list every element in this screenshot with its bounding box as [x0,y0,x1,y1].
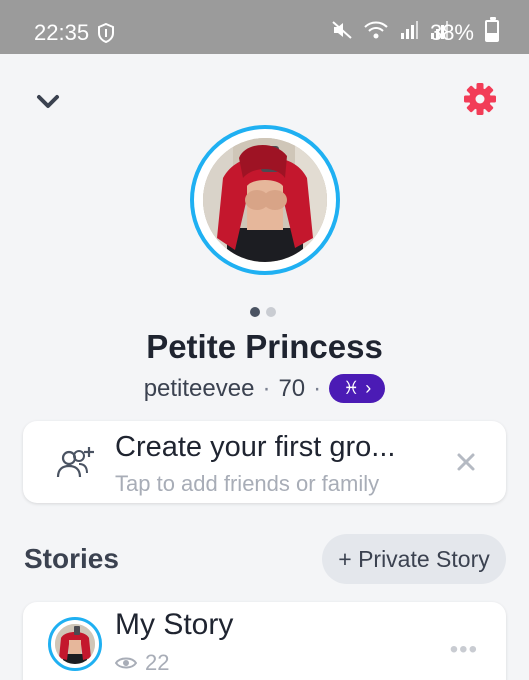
create-group-subtitle: Tap to add friends or family [115,471,380,496]
create-group-card[interactable]: Create your first gro... Tap to add frie… [23,421,506,503]
avatar-photo [203,138,327,262]
status-bar: 22:35 38% [0,0,529,54]
story-title: My Story [115,608,234,641]
separator: · [262,374,271,402]
status-time: 22:35 [34,20,90,45]
snap-score[interactable]: 70 [278,375,305,403]
signal-icon [401,21,418,39]
display-name: Petite Princess [146,328,383,365]
story-avatar[interactable] [48,617,102,671]
stories-section-title: Stories [24,543,119,574]
add-group-icon [56,447,94,478]
profile-page-dots[interactable] [250,307,276,317]
separator: · [313,374,322,402]
battery-icon [485,17,499,42]
wifi-icon [364,21,388,39]
battery-level [487,33,497,40]
battery-percent: 38% [429,20,474,45]
story-view-count: 22 [145,650,170,675]
username[interactable]: petiteevee [144,375,255,403]
eye-icon [115,657,137,669]
close-icon[interactable] [456,452,476,472]
page-dot[interactable] [250,307,260,317]
private-story-label: + Private Story [338,545,490,572]
chevron-down-icon[interactable] [36,94,60,110]
pisces-icon: ♓ [343,378,360,398]
more-icon[interactable]: ••• [450,636,478,664]
chevron-right-icon: › [365,378,372,398]
my-story-card[interactable]: My Story 22 ••• [23,602,506,680]
profile-avatar[interactable] [190,125,340,275]
gear-icon[interactable] [463,82,497,116]
zodiac-badge[interactable]: ♓ › [329,374,386,403]
story-avatar-photo [55,624,95,664]
username-row: petiteevee · 70 · ♓ › [0,374,529,403]
mute-icon [332,21,352,39]
shield-icon [98,23,114,43]
private-story-button[interactable]: + Private Story [322,534,506,584]
story-views: 22 [115,650,169,676]
create-group-title: Create your first gro... [115,431,396,463]
page-dot[interactable] [266,307,276,317]
